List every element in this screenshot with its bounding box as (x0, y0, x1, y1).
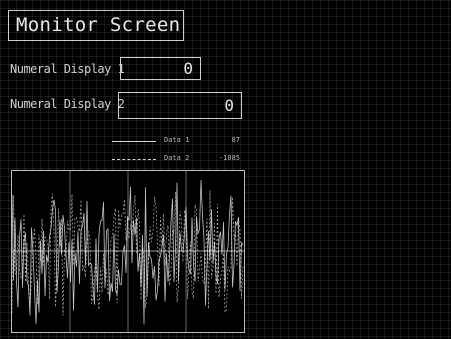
numeral-display-2-label: Numeral Display 2 (10, 97, 125, 111)
screen-title: Monitor Screen (8, 10, 184, 41)
numeral-display-2[interactable]: 0 (118, 92, 242, 119)
legend-name: Data 1 (164, 136, 190, 144)
legend-item-data-2: Data 2 -1085 (112, 153, 246, 165)
legend-value: 87 (231, 136, 240, 144)
legend-value: -1085 (218, 154, 240, 162)
trend-graph-canvas (12, 171, 244, 332)
legend-line-dashed (112, 159, 156, 160)
legend-item-data-1: Data 1 87 (112, 135, 246, 147)
numeral-display-1-label: Numeral Display 1 (10, 62, 125, 76)
legend-line-solid (112, 141, 156, 142)
trend-graph[interactable] (11, 170, 245, 333)
legend-name: Data 2 (164, 154, 190, 162)
numeral-display-1[interactable]: 0 (120, 57, 201, 80)
